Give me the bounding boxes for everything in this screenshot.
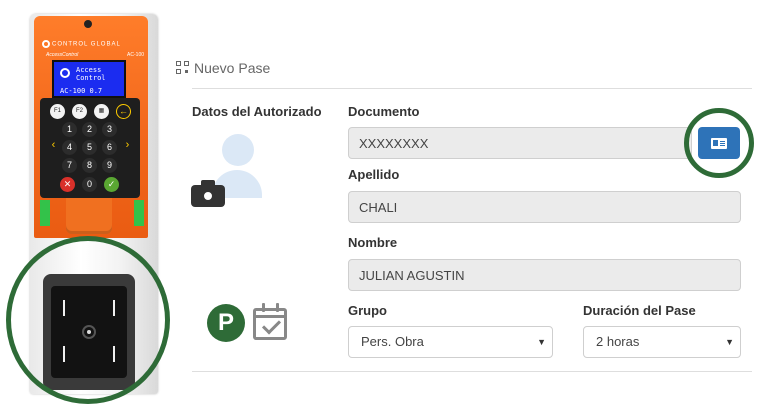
access-control-device: CONTROL GLOBAL AC-100 AccessControl Acce… (0, 0, 180, 420)
key-7: 7 (62, 158, 77, 173)
grupo-select[interactable]: Pers. Obra ▼ (348, 326, 553, 358)
page-title: Nuevo Pase (194, 60, 271, 76)
device-product-label: AccessControl (46, 52, 79, 58)
device-card-slot (66, 198, 112, 234)
chevron-down-icon: ▼ (537, 337, 546, 347)
apellido-label: Apellido (348, 167, 400, 182)
key-5: 5 (82, 140, 97, 155)
footer-divider (192, 371, 752, 372)
key-0: 0 (82, 177, 97, 192)
key-confirm-check-icon: ✓ (104, 177, 119, 192)
brand-logo-icon (42, 40, 50, 48)
parking-icon: P (207, 304, 245, 342)
key-f1: F1 (50, 104, 65, 119)
device-model-row: AC-100 AccessControl (46, 52, 144, 58)
device-screen: Access Control AC-100 0.7 (52, 60, 126, 98)
screen-version: AC-100 0.7 (60, 87, 103, 95)
documento-label: Documento (348, 104, 420, 119)
documento-input[interactable] (348, 127, 692, 159)
device-brand-label: CONTROL GLOBAL (52, 41, 121, 48)
key-cancel-x-icon: ✕ (60, 177, 75, 192)
page-header: Nuevo Pase (176, 56, 270, 80)
key-f2: F2 (72, 104, 87, 119)
qr-code-icon (176, 61, 190, 75)
key-2: 2 (82, 122, 97, 137)
duracion-selected: 2 horas (596, 334, 640, 349)
chevron-down-icon: ▼ (725, 337, 734, 347)
header-divider (192, 88, 752, 89)
key-1: 1 (62, 122, 77, 137)
key-8: 8 (82, 158, 97, 173)
key-back-arrow-icon: ← (116, 104, 131, 119)
scan-highlight-circle (684, 108, 754, 178)
section-label: Datos del Autorizado (192, 104, 322, 119)
key-4: 4 (62, 140, 77, 155)
key-3: 3 (102, 122, 117, 137)
reader-highlight-circle (6, 236, 170, 404)
device-led-left (40, 200, 50, 226)
grupo-selected: Pers. Obra (361, 334, 424, 349)
screen-title: Access Control (76, 66, 106, 82)
key-right-chevron-icon: › (125, 139, 130, 151)
duracion-select[interactable]: 2 horas ▼ (583, 326, 741, 358)
key-6: 6 (102, 140, 117, 155)
device-led-right (134, 200, 144, 226)
calendar-check-icon (251, 302, 291, 342)
key-9: 9 (102, 158, 117, 173)
apellido-input[interactable] (348, 191, 741, 223)
key-left-chevron-icon: ‹ (51, 139, 56, 151)
duracion-label: Duración del Pase (583, 303, 696, 318)
screen-logo-icon (60, 68, 70, 78)
key-menu-grid-icon: ▦ (94, 104, 109, 119)
device-camera-lens (84, 20, 92, 28)
camera-icon[interactable] (191, 179, 225, 207)
grupo-label: Grupo (348, 303, 387, 318)
device-keypad: F1 F2 ▦ ← 1 2 3 ‹ 4 5 6 › 7 8 9 ✕ 0 ✓ (40, 98, 140, 198)
device-model-label: AC-100 (127, 52, 144, 58)
nombre-input[interactable] (348, 259, 741, 291)
nombre-label: Nombre (348, 235, 398, 250)
